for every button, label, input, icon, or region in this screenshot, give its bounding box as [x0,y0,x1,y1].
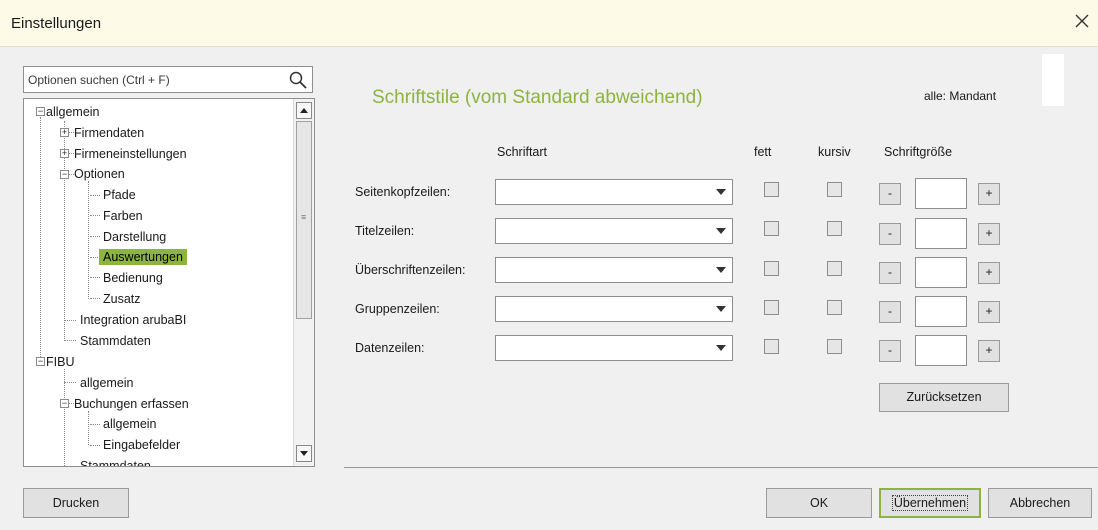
size-decrease-button[interactable]: - [879,262,901,284]
tree-item-fibu-allgemein[interactable]: allgemein [80,374,134,392]
tree-line [88,181,89,299]
tree-item-farben[interactable]: Farben [103,207,143,225]
collapse-icon[interactable]: − [60,399,69,408]
tree-item-stammdaten[interactable]: Stammdaten [80,332,151,350]
size-decrease-button[interactable]: - [879,301,901,323]
print-button[interactable]: Drucken [23,488,129,518]
tree-item-buchungen-erfassen[interactable]: Buchungen erfassen [74,395,189,413]
row-label-titelzeilen: Titelzeilen: [355,224,415,238]
tree-item-fibu-stammdaten[interactable]: Stammdaten [80,457,151,466]
expand-icon[interactable]: + [60,149,69,158]
row-label-datenzeilen: Datenzeilen: [355,341,425,355]
dropdown-arrow-icon[interactable] [710,180,732,204]
scroll-up-button[interactable] [296,102,312,119]
size-increase-button[interactable]: + [978,223,1000,245]
cancel-button[interactable]: Abbrechen [988,488,1092,518]
tree-item-auswertungen[interactable]: Auswertungen [99,248,187,266]
header-size: Schriftgröße [884,145,953,159]
tree-item-bedienung[interactable]: Bedienung [103,269,163,287]
bold-checkbox-ueberschriftenzeilen[interactable] [764,261,779,276]
title-bar: Einstellungen [0,0,1098,47]
size-increase-button[interactable]: + [978,262,1000,284]
bold-checkbox-datenzeilen[interactable] [764,339,779,354]
row-label-gruppenzeilen: Gruppenzeilen: [355,302,440,316]
tree-item-firmeneinstellungen[interactable]: Firmeneinstellungen [74,145,187,163]
dropdown-arrow-icon[interactable] [710,336,732,360]
window-title: Einstellungen [11,15,102,32]
size-input-datenzeilen[interactable] [915,335,967,366]
size-decrease-button[interactable]: - [879,340,901,362]
row-label-ueberschriftenzeilen: Überschriftenzeilen: [355,263,466,277]
tree-item-integration-arubabi[interactable]: Integration arubaBI [80,311,186,329]
scope-label: alle: Mandant [924,89,997,103]
tree-item-pfade[interactable]: Pfade [103,186,136,204]
italic-checkbox-datenzeilen[interactable] [827,339,842,354]
search-input[interactable] [24,67,282,92]
row-label-seitenkopfzeilen: Seitenkopfzeilen: [355,185,451,199]
options-search [23,66,313,93]
italic-checkbox-ueberschriftenzeilen[interactable] [827,261,842,276]
dropdown-arrow-icon[interactable] [710,258,732,282]
panel-title: Schriftstile (vom Standard abweichend) [372,87,703,108]
tree-item-darstellung[interactable]: Darstellung [103,228,166,246]
tree-item-firmendaten[interactable]: Firmendaten [74,124,144,142]
scroll-thumb[interactable]: ≡ [296,121,312,319]
size-decrease-button[interactable]: - [879,183,901,205]
panel-separator [344,467,1098,468]
collapse-icon[interactable]: − [60,170,69,179]
tree-item-eingabefelder[interactable]: Eingabefelder [103,436,180,454]
size-increase-button[interactable]: + [978,301,1000,323]
tree-item-fibu[interactable]: FIBU [46,353,74,371]
italic-checkbox-seitenkopfzeilen[interactable] [827,182,842,197]
header-italic: kursiv [818,145,851,159]
tree-line [40,117,41,361]
tree-item-allgemein[interactable]: allgemein [46,103,100,121]
tree-line [88,411,89,445]
tree-scrollbar[interactable]: ≡ [293,99,314,466]
reset-button[interactable]: Zurücksetzen [879,383,1009,412]
grip-icon: ≡ [301,212,307,222]
ok-button[interactable]: OK [766,488,872,518]
font-select-gruppenzeilen[interactable] [495,296,733,322]
size-input-ueberschriftenzeilen[interactable] [915,257,967,288]
expand-icon[interactable]: + [60,128,69,137]
italic-checkbox-gruppenzeilen[interactable] [827,300,842,315]
header-font: Schriftart [497,145,548,159]
search-icon[interactable] [288,70,308,90]
size-decrease-button[interactable]: - [879,223,901,245]
bold-checkbox-seitenkopfzeilen[interactable] [764,182,779,197]
collapse-icon[interactable]: − [36,107,45,116]
collapse-icon[interactable]: − [36,357,45,366]
size-input-seitenkopfzeilen[interactable] [915,178,967,209]
dropdown-arrow-icon[interactable] [710,219,732,243]
size-input-gruppenzeilen[interactable] [915,296,967,327]
bold-checkbox-titelzeilen[interactable] [764,221,779,236]
tree-line [64,369,65,466]
header-bold: fett [754,145,772,159]
options-tree: − + + − − − allgemein Firmendaten Firmen… [23,98,315,467]
italic-checkbox-titelzeilen[interactable] [827,221,842,236]
side-strip [1042,54,1064,106]
bold-checkbox-gruppenzeilen[interactable] [764,300,779,315]
font-select-datenzeilen[interactable] [495,335,733,361]
size-increase-button[interactable]: + [978,340,1000,362]
size-increase-button[interactable]: + [978,183,1000,205]
tree-item-buchungen-allgemein[interactable]: allgemein [103,415,157,433]
dropdown-arrow-icon[interactable] [710,297,732,321]
font-select-titelzeilen[interactable] [495,218,733,244]
apply-button[interactable]: Übernehmen [879,488,981,518]
size-input-titelzeilen[interactable] [915,218,967,249]
font-select-seitenkopfzeilen[interactable] [495,179,733,205]
tree-item-zusatz[interactable]: Zusatz [103,290,141,308]
tree-item-optionen[interactable]: Optionen [74,165,125,183]
scroll-down-button[interactable] [296,445,312,462]
close-icon[interactable] [1070,9,1094,33]
font-select-ueberschriftenzeilen[interactable] [495,257,733,283]
